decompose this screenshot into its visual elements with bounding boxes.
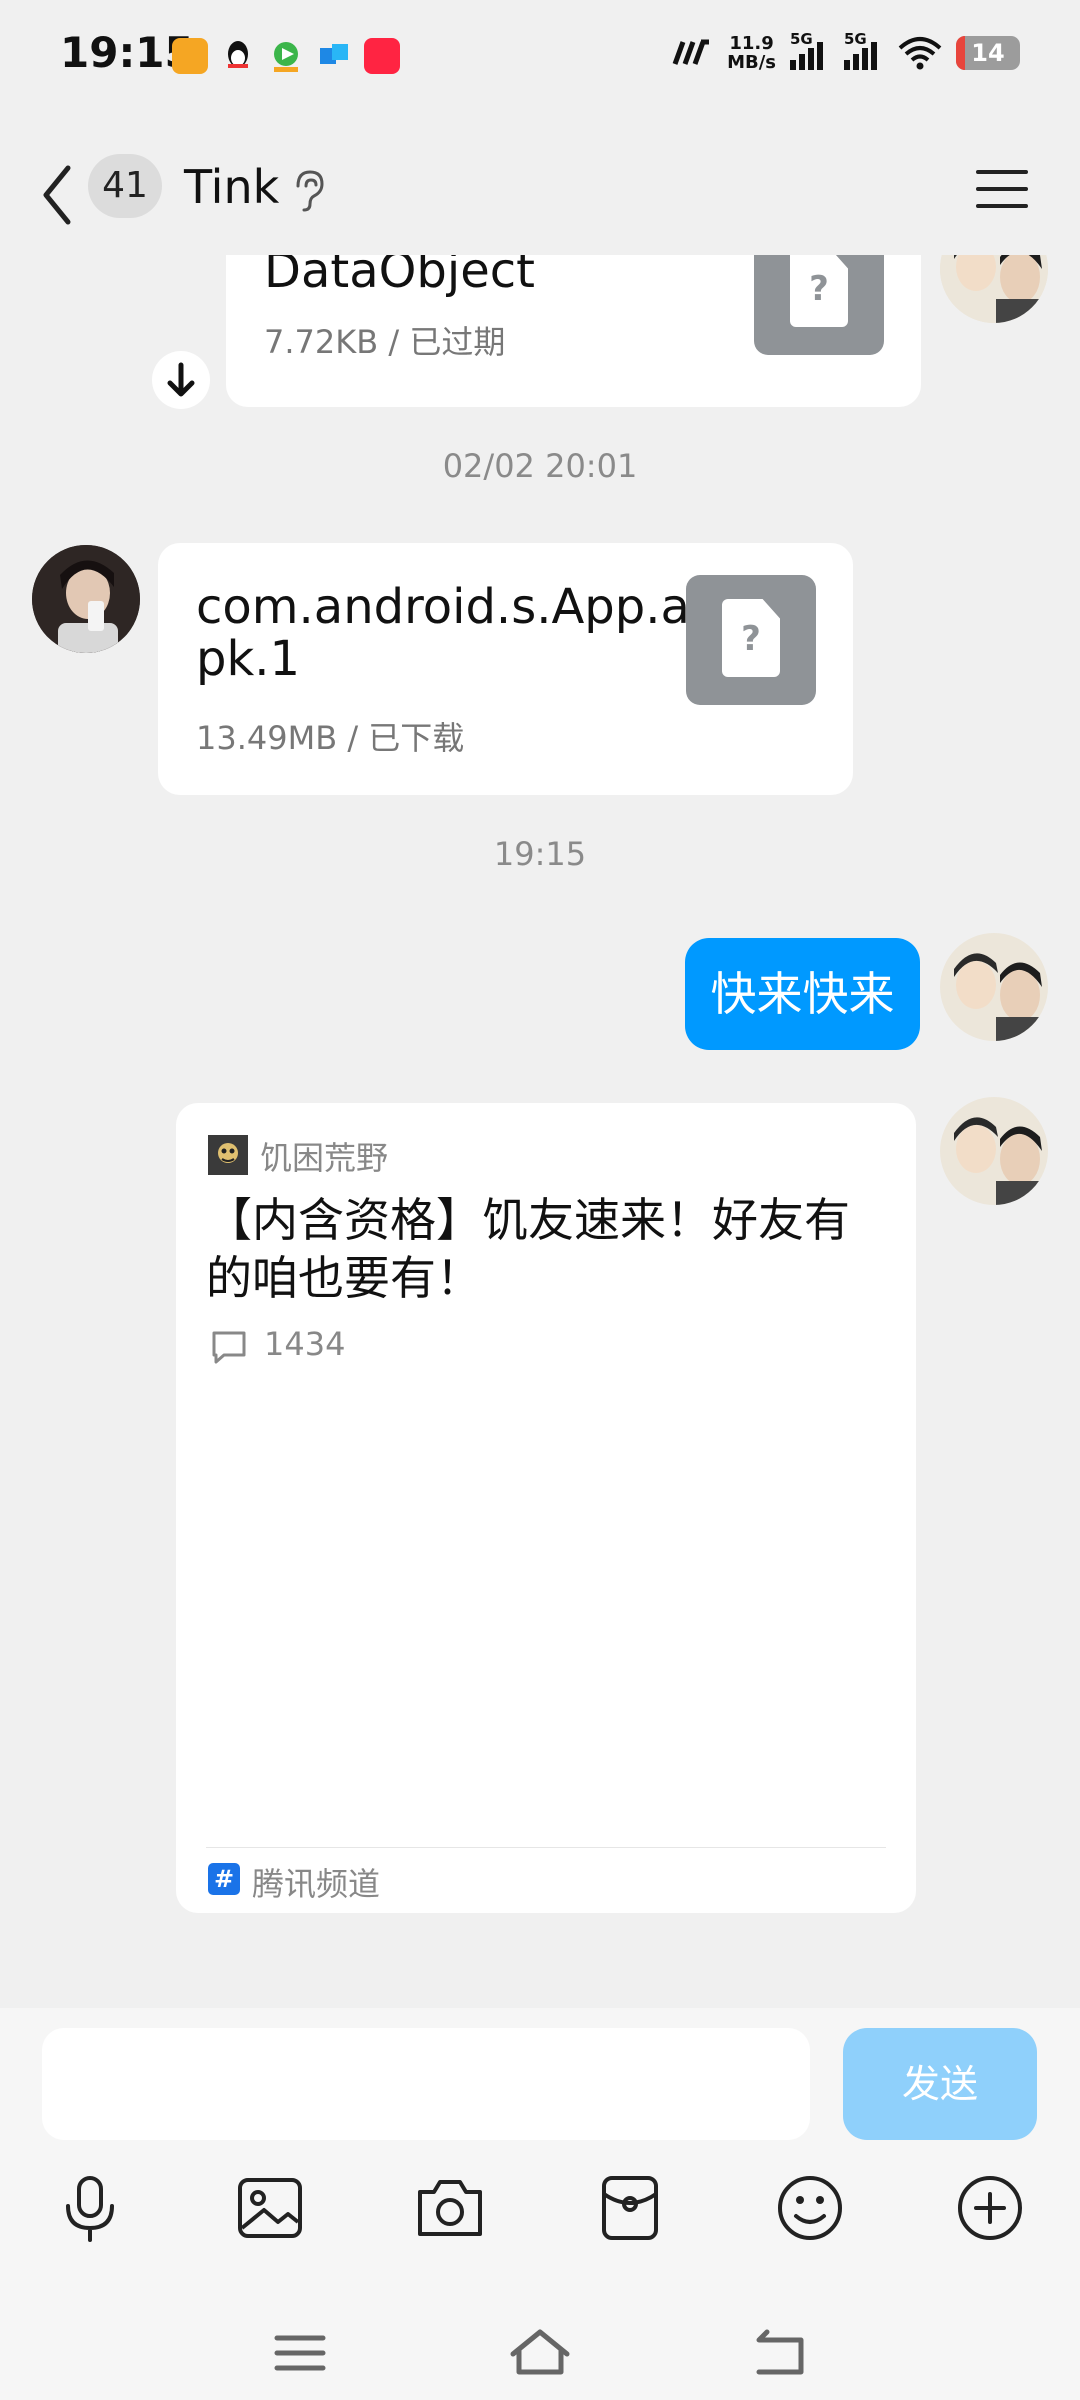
xiaohongshu-icon (364, 38, 400, 74)
avatar[interactable] (940, 255, 1048, 323)
file-name: com.android.s.App.a pk.1 (196, 579, 690, 687)
notes-app-icon (172, 38, 208, 74)
chat-title[interactable]: Tink (184, 160, 279, 214)
red-packet-icon[interactable] (590, 2168, 670, 2248)
chat-header: 41 Tink (0, 140, 1080, 255)
plus-icon[interactable] (950, 2168, 1030, 2248)
file-message[interactable]: com.android.s.App.a pk.1 13.49MB / 已下载 ? (158, 543, 853, 795)
emoji-icon[interactable] (770, 2168, 850, 2248)
notification-icons (172, 38, 400, 74)
input-toolbar (0, 2168, 1080, 2258)
text-message-sent[interactable]: 快来快来 (685, 938, 920, 1050)
channel-share-card[interactable]: 饥困荒野 【内含资格】饥友速来！好友有的咱也要有！ 1434 # 腾讯频道 (176, 1103, 916, 1913)
microphone-icon[interactable] (50, 2168, 130, 2248)
comment-icon (212, 1331, 246, 1364)
message-input[interactable] (42, 2028, 810, 2140)
system-navigation-bar (0, 2308, 1080, 2398)
menu-icon[interactable] (974, 164, 1030, 214)
file-meta: 7.72KB / 已过期 (264, 323, 506, 361)
timestamp: 19:15 (493, 835, 587, 873)
back-icon[interactable] (36, 160, 76, 230)
net-speed: 11.9 MB/s (727, 33, 776, 73)
avatar[interactable] (940, 1097, 1048, 1205)
home-icon[interactable] (505, 2318, 575, 2388)
video-app-icon (268, 38, 304, 74)
back-nav-icon[interactable] (745, 2318, 815, 2388)
file-meta: 13.49MB / 已下载 (196, 719, 465, 757)
avatar[interactable] (32, 545, 140, 653)
input-panel: 发送 (0, 2008, 1080, 2400)
post-title: 【内含资格】饥友速来！好友有的咱也要有！ (206, 1193, 850, 1305)
status-bar: 19:15 11.9 MB/s 5G 5G 14 (0, 0, 1080, 110)
image-icon[interactable] (230, 2168, 310, 2248)
timestamp: 02/02 20:01 (442, 447, 638, 485)
channel-name: 饥困荒野 (260, 1139, 389, 1177)
file-name: DataObject (264, 255, 535, 299)
recent-apps-icon[interactable] (265, 2318, 335, 2388)
qq-icon (220, 38, 256, 74)
download-button[interactable] (152, 351, 210, 409)
hashtag-icon: # (208, 1863, 240, 1895)
source-label: 腾讯频道 (252, 1865, 381, 1903)
battery-indicator: 14 (956, 36, 1020, 70)
message-list[interactable]: DataObject 7.72KB / 已过期 ? 02/02 20:01 co… (0, 255, 1080, 2005)
hd-icon (672, 39, 710, 65)
unknown-file-icon: ? (754, 255, 884, 355)
unknown-file-icon: ? (686, 575, 816, 705)
divider (206, 1847, 886, 1848)
avatar[interactable] (940, 933, 1048, 1041)
camera-icon[interactable] (410, 2168, 490, 2248)
signal-icon: 5G (790, 30, 830, 70)
tencent-docs-icon (316, 38, 352, 74)
send-button[interactable]: 发送 (843, 2028, 1037, 2140)
earpiece-mode-icon[interactable] (290, 168, 326, 214)
status-indicators: 11.9 MB/s 5G 5G 14 (671, 30, 1020, 73)
unread-count-badge[interactable]: 41 (88, 154, 162, 218)
wifi-icon (898, 37, 942, 70)
channel-logo-icon (208, 1135, 248, 1175)
signal-icon: 5G (844, 30, 884, 70)
comment-count: 1434 (264, 1325, 346, 1363)
file-message[interactable]: DataObject 7.72KB / 已过期 ? (226, 255, 921, 407)
